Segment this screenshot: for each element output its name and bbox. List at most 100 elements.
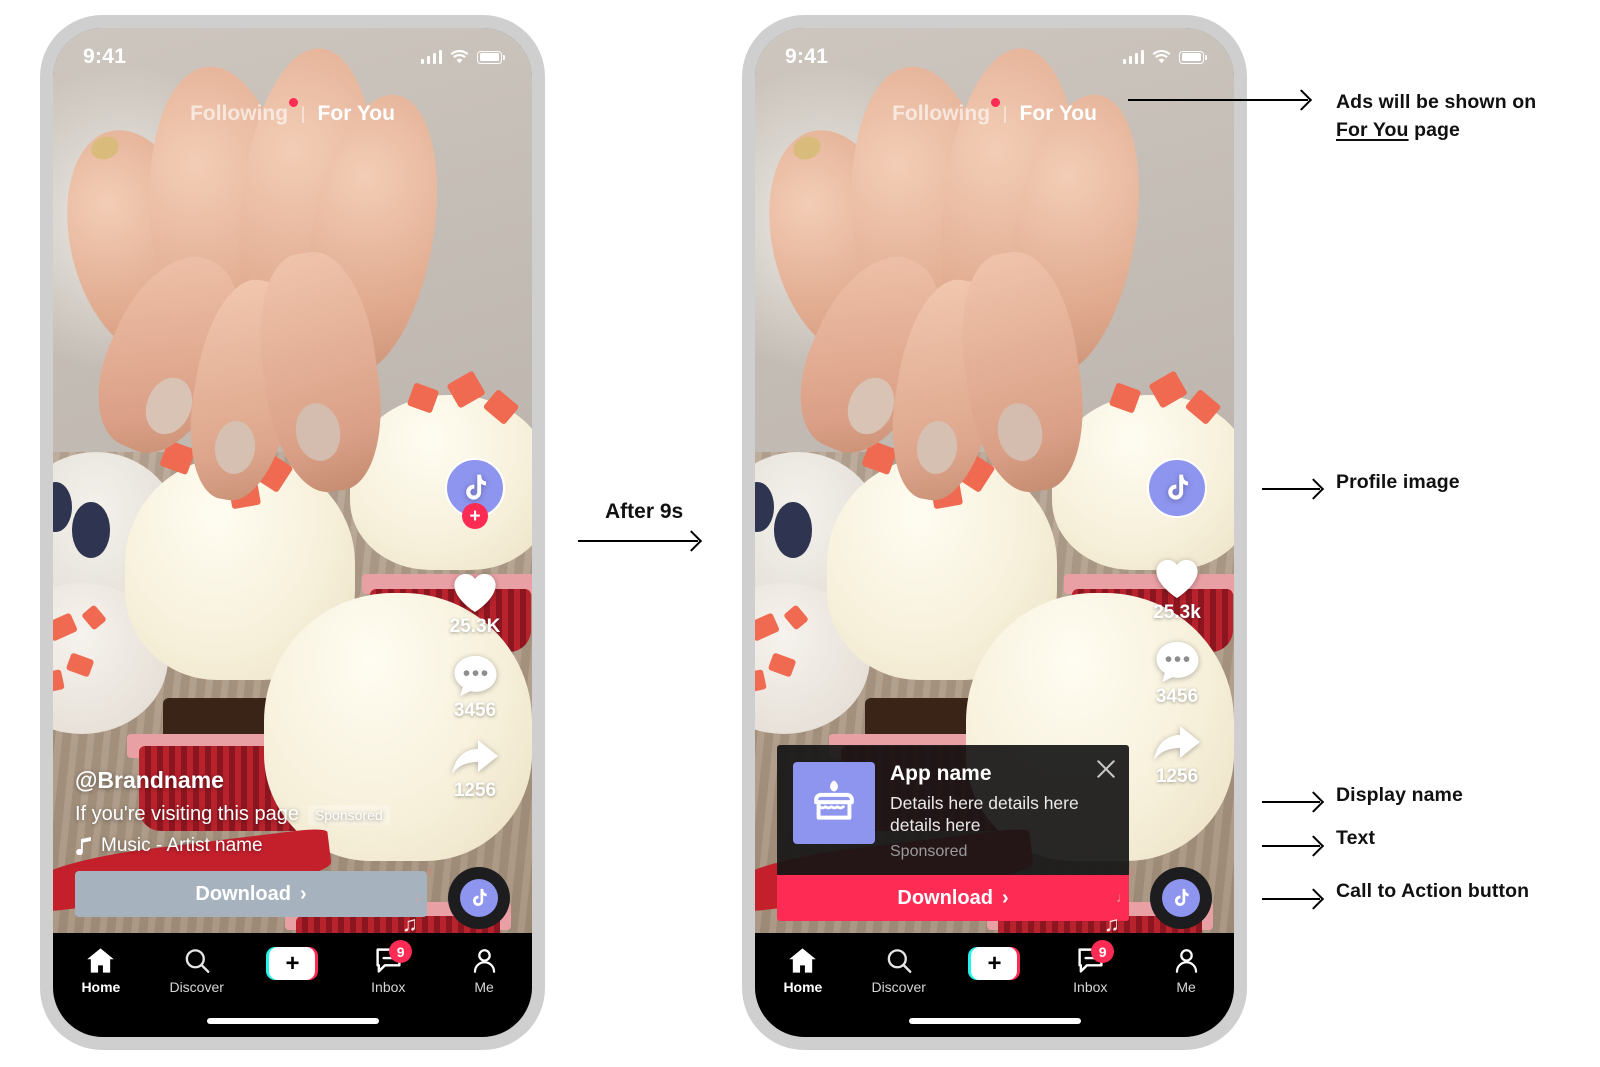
nav-item-inbox[interactable]: 9 Inbox [340, 940, 436, 995]
ad-card-body: App name Details here details here detai… [890, 762, 1113, 861]
nav-label-discover: Discover [871, 979, 926, 995]
heart-icon [1156, 559, 1198, 598]
video-caption-block: @Brandname If you're visiting this page … [75, 767, 435, 917]
annotation-arrow-cta [1262, 898, 1320, 900]
comment-bubble-icon [1155, 641, 1199, 683]
battery-icon [477, 50, 505, 64]
share-arrow-icon [1154, 726, 1200, 760]
annotation-arrow-text [1262, 845, 1320, 847]
battery-icon [1179, 50, 1207, 64]
spinning-record-disc[interactable] [448, 867, 510, 929]
annotation-arrow-display-name [1262, 801, 1320, 803]
ad-details-text: Details here details here details here [890, 792, 1079, 836]
share-button[interactable]: 1256 [450, 738, 500, 802]
add-post-icon: + [266, 947, 319, 980]
annotation-label-text: Text [1336, 827, 1376, 849]
like-button[interactable]: 25.3K [450, 570, 500, 638]
close-x-icon[interactable] [1095, 758, 1117, 780]
share-count: 1256 [1155, 766, 1199, 787]
nav-label-home: Home [783, 979, 823, 995]
nav-label-inbox: Inbox [371, 979, 406, 995]
sponsored-badge: Sponsored [307, 804, 390, 825]
tab-following-label: Following [190, 102, 289, 125]
comment-button[interactable]: 3456 [1154, 640, 1201, 708]
profile-avatar[interactable]: + [445, 458, 505, 529]
follow-plus-badge[interactable]: + [462, 503, 488, 529]
nav-label-me: Me [474, 979, 494, 995]
caption-music-row[interactable]: Music - Artist name [75, 835, 435, 857]
annotation-for-you-underline: For You [1336, 119, 1409, 142]
caption-text: If you're visiting this page [75, 803, 299, 825]
person-icon [1175, 949, 1197, 973]
nav-item-discover[interactable]: Discover [149, 947, 245, 995]
annotation-label-for-you: Ads will be shown on For You page [1336, 88, 1586, 145]
music-note-icon [76, 837, 91, 855]
nav-item-inbox[interactable]: 9 Inbox [1042, 940, 1138, 995]
inbox-badge: 9 [389, 940, 413, 963]
share-arrow-icon [452, 740, 498, 774]
caption-username[interactable]: @Brandname [75, 767, 435, 794]
search-icon [887, 949, 912, 973]
annotation-arrow-profile [1262, 488, 1320, 490]
feed-tabs-2: Following For You [755, 98, 1234, 126]
ad-download-cta-button[interactable]: Download › [777, 875, 1129, 921]
transition-arrow [578, 540, 698, 542]
ad-app-name: App name [890, 762, 992, 786]
share-button[interactable]: 1256 [1152, 724, 1202, 788]
nav-item-me[interactable]: Me [1138, 947, 1234, 995]
ad-sponsored-label: Sponsored [890, 843, 968, 860]
download-cta-label: Download [195, 882, 291, 905]
tiktok-note-icon [466, 474, 487, 500]
like-button[interactable]: 25.3k [1153, 556, 1201, 624]
status-clock-2: 9:41 [785, 45, 829, 68]
nav-item-add-post[interactable]: + [947, 947, 1043, 980]
tab-for-you[interactable]: For You [1020, 102, 1097, 126]
nav-label-discover: Discover [169, 979, 224, 995]
search-icon [185, 949, 210, 973]
share-count: 1256 [453, 780, 497, 801]
action-rail-2: 25.3k 3456 1256 [1142, 458, 1212, 788]
add-post-icon: + [968, 947, 1021, 980]
tab-for-you[interactable]: For You [318, 102, 395, 126]
annotation-label-profile: Profile image [1336, 471, 1460, 493]
comment-button[interactable]: 3456 [452, 654, 499, 722]
nav-label-home: Home [81, 979, 121, 995]
chevron-right-icon: › [299, 882, 307, 905]
cellular-bars-icon [420, 50, 442, 64]
tab-following[interactable]: Following [892, 98, 1001, 126]
nav-item-add-post[interactable]: + [245, 947, 341, 980]
nav-item-me[interactable]: Me [436, 947, 532, 995]
nav-label-inbox: Inbox [1073, 979, 1108, 995]
wifi-icon [450, 50, 469, 64]
nav-item-home[interactable]: Home [53, 947, 149, 995]
home-indicator [908, 1018, 1081, 1024]
status-bar-2: 9:41 [755, 28, 1234, 86]
phone-screen-1: 9:41 Following For You + 25.3K 3456 1256… [53, 28, 532, 1037]
person-icon [473, 949, 495, 973]
tab-following[interactable]: Following [190, 98, 299, 126]
home-icon [87, 948, 115, 973]
spinning-record-disc-2[interactable] [1150, 867, 1212, 929]
phone-mockup-after: 9:41 Following For You 25.3k 3456 1256 A… [742, 15, 1247, 1050]
tiktok-note-icon [472, 888, 487, 906]
chevron-right-icon: › [1001, 886, 1009, 909]
nav-item-discover[interactable]: Discover [851, 947, 947, 995]
profile-avatar[interactable] [1147, 458, 1207, 518]
annotation-for-you-rest: page [1408, 119, 1460, 142]
download-cta-button-flat[interactable]: Download › [75, 871, 427, 917]
annotation-label-cta: Call to Action button [1336, 880, 1530, 902]
tab-following-dot [289, 98, 299, 107]
annotation-arrow-for-you [1128, 99, 1308, 101]
bottom-nav-bar-2: Home Discover + 9 Inbox Me [755, 933, 1234, 1037]
caption-music-label: Music - Artist name [101, 835, 263, 856]
cellular-bars-icon [1122, 50, 1144, 64]
tab-following-dot [991, 98, 1001, 107]
feed-tabs: Following For You [53, 98, 532, 126]
action-rail: + 25.3K 3456 1256 [440, 458, 510, 802]
nav-item-home[interactable]: Home [755, 947, 851, 995]
inbox-badge: 9 [1091, 940, 1115, 963]
tab-divider [302, 105, 304, 123]
home-icon [789, 948, 817, 973]
tiktok-note-icon [1174, 888, 1189, 906]
ad-card: App name Details here details here detai… [777, 745, 1129, 921]
